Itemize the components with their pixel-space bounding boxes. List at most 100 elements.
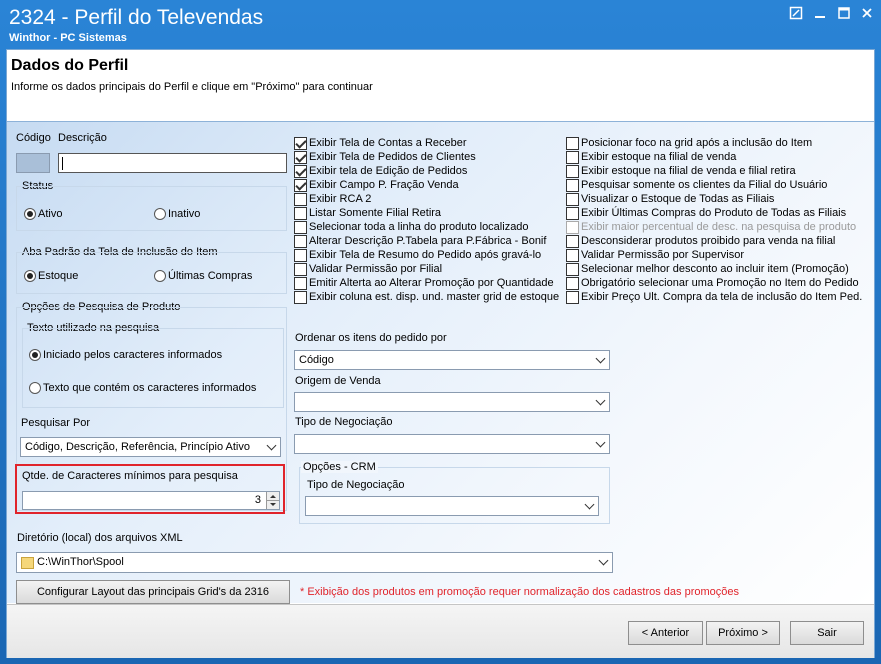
aba-estoque-radio[interactable] (24, 270, 36, 282)
ordenar-value: Código (299, 354, 334, 366)
option-checkbox[interactable] (294, 263, 307, 276)
title-bar[interactable]: 2324 - Perfil do Televendas Winthor - PC… (0, 0, 881, 48)
texto-pesquisa-group (22, 328, 284, 408)
option-checkbox-label[interactable]: Exibir coluna est. disp. und. master gri… (309, 291, 559, 303)
option-checkbox-label[interactable]: Exibir Últimas Compras do Produto de Tod… (581, 207, 846, 219)
option-checkbox-label[interactable]: Desconsiderar produtos proibido para ven… (581, 235, 835, 247)
option-checkbox-label[interactable]: Validar Permissão por Filial (309, 263, 442, 275)
opcoes-crm-label: Opções - CRM (301, 461, 378, 473)
page-instructions: Informe os dados principais do Perfil e … (11, 81, 373, 93)
option-checkbox[interactable] (294, 249, 307, 262)
diretorio-select[interactable]: C:\WinThor\Spool (16, 552, 613, 573)
option-checkbox[interactable] (566, 277, 579, 290)
proximo-button[interactable]: Próximo > (706, 621, 780, 645)
contem-label[interactable]: Texto que contém os caracteres informado… (43, 382, 256, 394)
option-checkbox-label[interactable]: Exibir Preço Ult. Compra da tela de incl… (581, 291, 862, 303)
option-checkbox[interactable] (566, 207, 579, 220)
restore-icon[interactable] (786, 6, 806, 24)
option-checkbox[interactable] (566, 179, 579, 192)
maximize-icon[interactable] (834, 6, 854, 24)
minimize-icon[interactable] (810, 6, 830, 24)
codigo-field[interactable] (16, 153, 50, 173)
option-checkbox-label[interactable]: Exibir Tela de Contas a Receber (309, 137, 467, 149)
option-checkbox-label: Exibir maior percentual de desc. na pesq… (581, 221, 857, 233)
window-title: 2324 - Perfil do Televendas (9, 6, 264, 29)
tipo-negociacao-label: Tipo de Negociação (295, 416, 393, 428)
crm-tipo-negociacao-select[interactable] (305, 496, 599, 516)
pesquisar-por-label: Pesquisar Por (21, 417, 91, 429)
iniciado-radio[interactable] (29, 349, 41, 361)
chevron-down-icon (595, 395, 606, 406)
option-checkbox-label[interactable]: Validar Permissão por Supervisor (581, 249, 744, 261)
option-checkbox[interactable] (566, 151, 579, 164)
option-checkbox-label[interactable]: Pesquisar somente os clientes da Filial … (581, 179, 827, 191)
option-checkbox-label[interactable]: Exibir RCA 2 (309, 193, 371, 205)
wizard-header: Dados do Perfil Informe os dados princip… (7, 50, 874, 120)
option-checkbox[interactable] (566, 137, 579, 150)
page-title: Dados do Perfil (11, 57, 129, 74)
status-ativo-radio[interactable] (24, 208, 36, 220)
option-checkbox-label[interactable]: Exibir Tela de Resumo do Pedido após gra… (309, 249, 541, 261)
tipo-negociacao-select[interactable] (294, 434, 610, 454)
profile-form: Código Descrição Status Ativo Inativo Ab… (7, 121, 874, 604)
option-checkbox-label[interactable]: Selecionar toda a linha do produto local… (309, 221, 529, 233)
option-checkbox[interactable] (566, 235, 579, 248)
proximo-button-label: Próximo > (718, 627, 768, 639)
option-checkbox[interactable] (294, 193, 307, 206)
option-checkbox-label[interactable]: Alterar Descrição P.Tabela para P.Fábric… (309, 235, 546, 247)
pesquisar-por-select[interactable]: Código, Descrição, Referência, Princípio… (20, 437, 281, 457)
quantity-stepper[interactable] (266, 492, 279, 509)
option-checkbox[interactable] (294, 291, 307, 304)
origem-venda-select[interactable] (294, 392, 610, 412)
option-checkbox[interactable] (294, 207, 307, 220)
sair-button[interactable]: Sair (790, 621, 864, 645)
qtde-caracteres-field[interactable]: 3 (22, 491, 280, 510)
option-checkbox[interactable] (566, 165, 579, 178)
option-checkbox (566, 221, 579, 234)
anterior-button[interactable]: < Anterior (628, 621, 703, 645)
status-inativo-radio[interactable] (154, 208, 166, 220)
chevron-down-icon (584, 499, 595, 510)
aba-ultimas-compras-radio[interactable] (154, 270, 166, 282)
status-ativo-label[interactable]: Ativo (38, 208, 62, 220)
option-checkbox-label[interactable]: Exibir estoque na filial de venda (581, 151, 736, 163)
configurar-layout-button[interactable]: Configurar Layout das principais Grid's … (16, 580, 290, 604)
iniciado-label[interactable]: Iniciado pelos caracteres informados (43, 349, 222, 361)
option-checkbox-label[interactable]: Listar Somente Filial Retira (309, 207, 441, 219)
option-checkbox-label[interactable]: Selecionar melhor desconto ao incluir it… (581, 263, 849, 275)
aba-estoque-label[interactable]: Estoque (38, 270, 78, 282)
option-checkbox[interactable] (294, 221, 307, 234)
text-cursor (62, 157, 63, 170)
pesquisar-por-value: Código, Descrição, Referência, Princípio… (25, 441, 250, 453)
window-subtitle: Winthor - PC Sistemas (9, 32, 127, 44)
option-checkbox-label[interactable]: Obrigatório selecionar uma Promoção no I… (581, 277, 859, 289)
option-checkbox[interactable] (294, 235, 307, 248)
option-checkbox-label[interactable]: Exibir estoque na filial de venda e fili… (581, 165, 796, 177)
option-checkbox[interactable] (294, 179, 307, 192)
diretorio-value: C:\WinThor\Spool (37, 556, 124, 568)
option-checkbox-label[interactable]: Visualizar o Estoque de Todas as Filiais (581, 193, 774, 205)
option-checkbox-label[interactable]: Exibir tela de Edição de Pedidos (309, 165, 467, 177)
option-checkbox[interactable] (566, 249, 579, 262)
option-checkbox[interactable] (294, 151, 307, 164)
option-checkbox[interactable] (566, 193, 579, 206)
chevron-down-icon (598, 555, 609, 566)
option-checkbox[interactable] (294, 277, 307, 290)
option-checkbox-label[interactable]: Exibir Campo P. Fração Venda (309, 179, 459, 191)
ordenar-select[interactable]: Código (294, 350, 610, 370)
contem-radio[interactable] (29, 382, 41, 394)
status-inativo-label[interactable]: Inativo (168, 208, 200, 220)
option-checkbox-label[interactable]: Emitir Alterta ao Alterar Promoção por Q… (309, 277, 554, 289)
option-checkbox-label[interactable]: Exibir Tela de Pedidos de Clientes (309, 151, 476, 163)
option-checkbox[interactable] (566, 263, 579, 276)
chevron-down-icon (266, 440, 277, 451)
option-checkbox-label[interactable]: Posicionar foco na grid após a inclusão … (581, 137, 812, 149)
option-checkbox[interactable] (294, 137, 307, 150)
option-checkbox[interactable] (294, 165, 307, 178)
qtde-caracteres-value: 3 (254, 494, 261, 506)
option-checkbox[interactable] (566, 291, 579, 304)
close-icon[interactable] (857, 6, 877, 24)
ordenar-label: Ordenar os itens do pedido por (295, 332, 447, 344)
descricao-field[interactable] (58, 153, 287, 173)
aba-ultimas-compras-label[interactable]: Últimas Compras (168, 270, 252, 282)
